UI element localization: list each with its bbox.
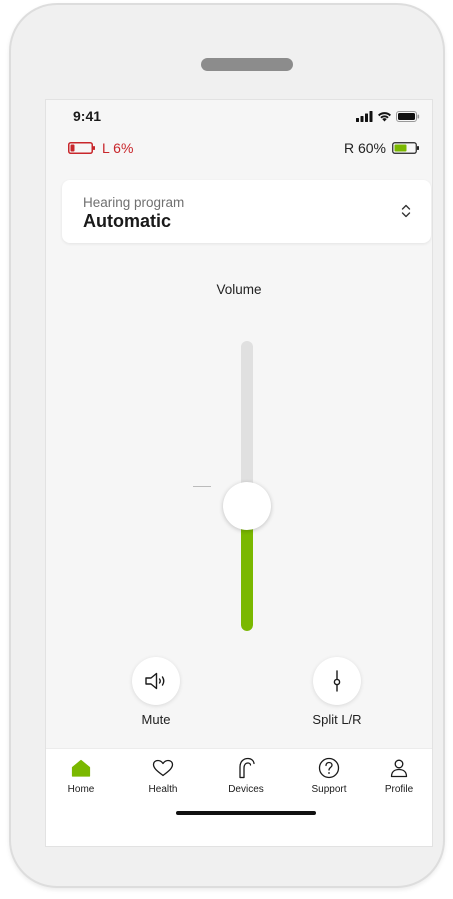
hearing-program-value: Automatic: [83, 211, 172, 231]
person-icon: [390, 759, 408, 778]
tab-support-label: Support: [311, 784, 347, 795]
mute-button[interactable]: [132, 657, 180, 705]
hearing-aid-icon: [239, 757, 255, 779]
split-lr-button[interactable]: [313, 657, 361, 705]
right-battery-status: R 60%: [344, 140, 420, 156]
tab-health[interactable]: Health: [128, 757, 198, 801]
heart-icon: [152, 759, 174, 777]
status-bar: 9:41: [46, 100, 432, 130]
tab-devices[interactable]: Devices: [211, 757, 281, 801]
volume-reference-tick: [193, 486, 211, 487]
help-icon: [318, 757, 340, 779]
left-battery-status: L 6%: [68, 140, 133, 156]
hearing-program-selector[interactable]: Hearing program Automatic: [62, 180, 431, 243]
tab-health-label: Health: [148, 784, 178, 795]
split-slider-icon: [333, 670, 341, 692]
volume-slider-thumb[interactable]: [223, 482, 271, 530]
left-battery-icon: [68, 142, 95, 154]
phone-frame: 9:41 L 6% R 60% Hearing program Automati…: [9, 3, 445, 888]
tab-home-label: Home: [67, 784, 95, 795]
chevron-up-down-icon: [401, 204, 411, 218]
tab-profile-label: Profile: [384, 784, 414, 795]
tab-profile[interactable]: Profile: [364, 757, 432, 801]
left-battery-label: L 6%: [102, 140, 134, 156]
wifi-icon: [378, 111, 391, 121]
app-screen: 9:41 L 6% R 60% Hearing program Automati…: [45, 99, 433, 847]
battery-icon: [396, 110, 420, 122]
cellular-signal-icon: [356, 110, 373, 122]
volume-label: Volume: [216, 282, 262, 297]
home-icon: [71, 759, 91, 777]
status-time: 9:41: [73, 108, 102, 124]
mute-label: Mute: [141, 712, 171, 727]
right-battery-icon: [392, 142, 419, 154]
hearing-program-caption: Hearing program: [83, 195, 185, 210]
tab-devices-label: Devices: [228, 784, 264, 795]
tab-home[interactable]: Home: [46, 757, 116, 801]
status-icons: [356, 110, 420, 122]
hearing-aid-battery-row: L 6% R 60%: [46, 140, 432, 160]
tab-support[interactable]: Support: [294, 757, 364, 801]
bottom-tab-bar: Home Health Devices Support Profile: [46, 748, 432, 846]
phone-speaker: [201, 58, 293, 71]
speaker-icon: [145, 672, 165, 690]
home-indicator: [176, 811, 316, 815]
split-lr-label: Split L/R: [312, 712, 362, 727]
right-battery-label: R 60%: [343, 140, 386, 156]
